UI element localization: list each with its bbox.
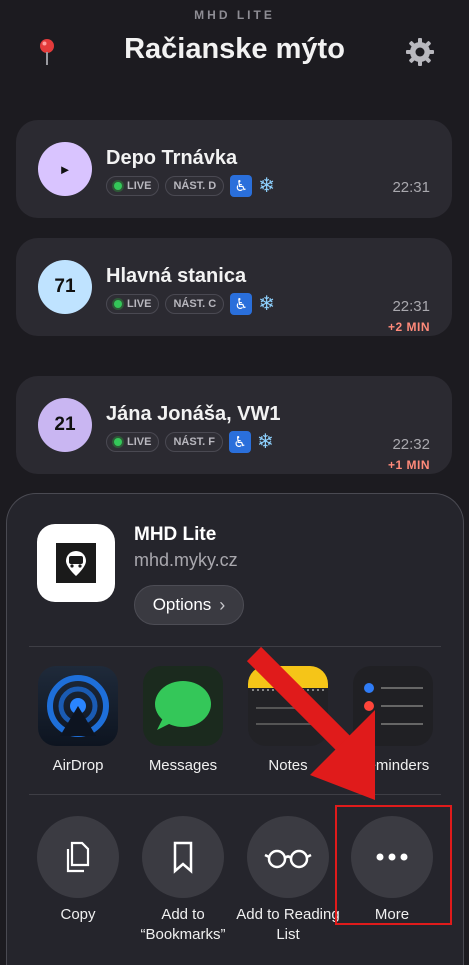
destination: Hlavná stanica — [106, 265, 247, 287]
platform-label: NÁST. D — [173, 180, 217, 192]
platform-chip: NÁST. C — [165, 294, 225, 314]
destination: Jána Jonáša, VW1 — [106, 403, 281, 425]
live-dot-icon — [114, 438, 122, 446]
line-number: 71 — [54, 276, 76, 297]
live-dot-icon — [114, 182, 122, 190]
copy-button[interactable] — [37, 816, 119, 898]
departure-card[interactable]: 71 Hlavná stanica LIVE NÁST. C ♿ ❄ 22:31… — [16, 238, 452, 336]
live-label: LIVE — [127, 436, 152, 448]
share-app-airdrop[interactable] — [38, 666, 118, 746]
action-label: Copy — [60, 906, 96, 923]
options-button[interactable]: Options › — [134, 585, 244, 625]
share-url: mhd.myky.cz — [134, 550, 238, 570]
wheelchair-icon: ♿ — [230, 175, 253, 197]
share-app-label: AirDrop — [52, 757, 104, 774]
platform-chip: NÁST. D — [165, 176, 225, 196]
chevron-right-icon: › — [219, 594, 226, 615]
line-number: ► — [58, 161, 72, 177]
app-name: MHD LITE — [194, 8, 275, 22]
wheelchair-icon: ♿ — [229, 431, 252, 453]
air-conditioning-icon: ❄ — [258, 175, 275, 197]
departure-time: 22:31 — [392, 298, 430, 315]
red-arrow-icon — [246, 646, 375, 800]
platform-chip: NÁST. F — [165, 432, 224, 452]
copy-icon — [66, 841, 90, 873]
departure-time: 22:32 — [392, 436, 430, 453]
air-conditioning-icon: ❄ — [257, 431, 274, 453]
delay-label: +2 MIN — [387, 320, 430, 334]
platform-label: NÁST. F — [173, 436, 216, 448]
site-icon — [37, 524, 115, 602]
departure-time: 22:31 — [392, 179, 430, 196]
add-reading-list-button[interactable] — [247, 816, 329, 898]
air-conditioning-icon: ❄ — [258, 293, 275, 315]
messages-icon — [155, 681, 211, 730]
live-chip: LIVE — [106, 432, 160, 452]
page-title: Račianske mýto — [124, 33, 345, 65]
destination: Depo Trnávka — [106, 147, 238, 169]
share-title: MHD Lite — [134, 524, 217, 545]
live-chip: LIVE — [106, 294, 160, 314]
action-label: Add to “Bookmarks” — [140, 906, 226, 943]
gear-icon[interactable] — [404, 36, 436, 68]
departure-tags: LIVE NÁST. D ♿ ❄ — [106, 175, 275, 197]
more-highlight-box — [335, 805, 452, 925]
glasses-icon — [264, 849, 312, 869]
add-bookmark-button[interactable] — [142, 816, 224, 898]
departure-tags: LIVE NÁST. F ♿ ❄ — [106, 431, 274, 453]
action-label: Add to Reading List — [236, 906, 340, 943]
share-app-label: Messages — [148, 757, 218, 774]
bookmark-icon — [173, 841, 193, 874]
share-app-messages[interactable] — [143, 666, 223, 746]
live-chip: LIVE — [106, 176, 160, 196]
live-label: LIVE — [127, 298, 152, 310]
platform-label: NÁST. C — [173, 298, 217, 310]
line-number: 21 — [54, 414, 76, 435]
bus-logo-icon — [56, 543, 96, 583]
departure-card[interactable]: ► Depo Trnávka LIVE NÁST. D ♿ ❄ 22:31 — [16, 120, 452, 218]
wheelchair-icon: ♿ — [230, 293, 253, 315]
departure-tags: LIVE NÁST. C ♿ ❄ — [106, 293, 275, 315]
line-badge: ► — [38, 142, 92, 196]
line-badge: 21 — [38, 398, 92, 452]
departure-card[interactable]: 21 Jána Jonáša, VW1 LIVE NÁST. F ♿ ❄ 22:… — [16, 376, 452, 474]
live-dot-icon — [114, 300, 122, 308]
options-label: Options — [152, 595, 212, 614]
delay-label: +1 MIN — [387, 458, 430, 472]
live-label: LIVE — [127, 180, 152, 192]
line-badge: 71 — [38, 260, 92, 314]
airdrop-icon — [47, 675, 109, 737]
